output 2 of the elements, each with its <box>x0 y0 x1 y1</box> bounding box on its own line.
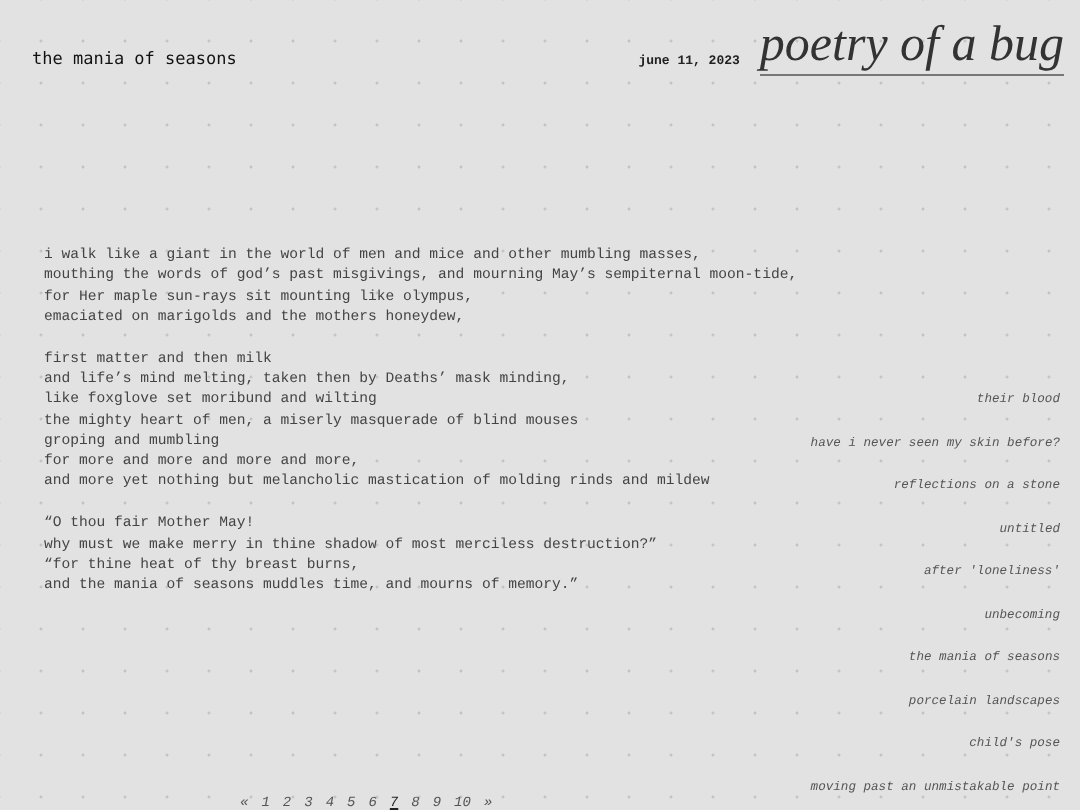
post-title: the mania of seasons <box>32 50 237 70</box>
blog-title-link[interactable]: poetry of a bug <box>759 20 1064 76</box>
